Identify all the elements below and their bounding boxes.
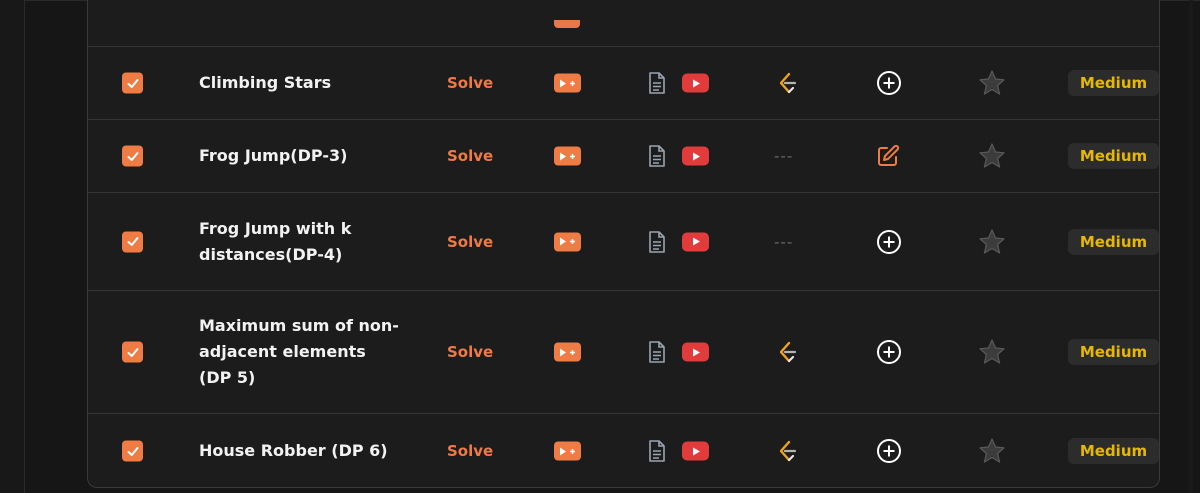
star-icon[interactable] [978, 69, 1006, 97]
check-icon [127, 237, 138, 246]
add-note-icon[interactable] [876, 438, 902, 464]
problem-title[interactable]: Climbing Stars [199, 70, 409, 96]
practice-icon[interactable] [554, 441, 581, 461]
difficulty-badge: Medium [1068, 438, 1159, 464]
check-icon [127, 347, 138, 357]
scrollbar[interactable] [1189, 0, 1193, 493]
problem-title[interactable]: Frog Jump with k distances(DP-4) [199, 216, 389, 268]
table-row: Maximum sum of non-adjacent elements (DP… [88, 290, 1159, 413]
solve-link[interactable]: Solve [447, 442, 493, 460]
table-row: Climbing Stars Solve Medium [88, 46, 1159, 119]
article-icon[interactable] [648, 145, 666, 167]
add-note-icon[interactable] [876, 229, 902, 255]
no-leetcode-link: --- [774, 232, 794, 251]
problem-title[interactable]: Maximum sum of non-adjacent elements (DP… [199, 313, 399, 391]
difficulty-badge: Medium [1068, 228, 1159, 255]
youtube-play-glyph [692, 79, 700, 87]
check-icon [127, 446, 138, 456]
star-icon[interactable] [978, 228, 1006, 256]
add-note-icon[interactable] [876, 70, 902, 96]
add-note-icon[interactable] [876, 339, 902, 365]
solve-link[interactable]: Solve [447, 233, 493, 251]
leetcode-icon[interactable] [777, 341, 797, 363]
play-plus-icon [560, 79, 575, 87]
no-leetcode-link: --- [774, 147, 794, 165]
completed-checkbox[interactable] [122, 341, 143, 363]
article-icon[interactable] [648, 230, 666, 253]
youtube-icon[interactable] [682, 441, 709, 461]
solve-link[interactable]: Solve [447, 147, 493, 165]
article-icon[interactable] [648, 341, 666, 363]
youtube-play-glyph [692, 447, 700, 455]
leetcode-icon[interactable] [777, 440, 797, 462]
problems-table: Climbing Stars Solve Medium Frog Jump(DP… [87, 0, 1160, 488]
practice-icon[interactable] [554, 73, 581, 93]
play-plus-icon [560, 152, 575, 160]
solve-link[interactable]: Solve [447, 74, 493, 92]
practice-icon[interactable] [554, 146, 581, 166]
youtube-icon[interactable] [682, 146, 709, 166]
youtube-play-glyph [692, 152, 700, 160]
star-icon[interactable] [978, 142, 1006, 170]
youtube-play-glyph [692, 348, 700, 356]
play-plus-icon [560, 237, 575, 246]
youtube-icon[interactable] [682, 232, 709, 251]
star-icon[interactable] [978, 437, 1006, 465]
table-row: Frog Jump with k distances(DP-4) Solve -… [88, 192, 1159, 290]
difficulty-badge: Medium [1068, 70, 1159, 96]
article-icon[interactable] [648, 440, 666, 462]
solve-link[interactable]: Solve [447, 343, 493, 361]
difficulty-badge: Medium [1068, 339, 1159, 365]
table-row: House Robber (DP 6) Solve Medium [88, 413, 1159, 487]
problem-title[interactable]: Frog Jump(DP-3) [199, 143, 409, 169]
play-plus-icon [560, 447, 575, 455]
play-plus-icon [560, 348, 575, 356]
edit-note-icon[interactable] [876, 144, 900, 168]
practice-icon[interactable] [554, 232, 581, 251]
article-icon[interactable] [648, 72, 666, 94]
check-icon [127, 78, 138, 88]
table-row: Frog Jump(DP-3) Solve --- Medium [88, 119, 1159, 192]
completed-checkbox[interactable] [122, 72, 143, 94]
youtube-icon[interactable] [682, 73, 709, 93]
check-icon [127, 151, 138, 161]
problem-title[interactable]: House Robber (DP 6) [199, 438, 409, 464]
youtube-icon[interactable] [682, 342, 709, 362]
completed-checkbox[interactable] [122, 231, 143, 252]
leetcode-icon[interactable] [777, 72, 797, 94]
previous-row-practice-icon[interactable] [554, 20, 580, 28]
practice-icon[interactable] [554, 342, 581, 362]
completed-checkbox[interactable] [122, 145, 143, 167]
youtube-play-glyph [692, 237, 700, 246]
completed-checkbox[interactable] [122, 440, 143, 462]
difficulty-badge: Medium [1068, 143, 1159, 169]
star-icon[interactable] [978, 338, 1006, 366]
